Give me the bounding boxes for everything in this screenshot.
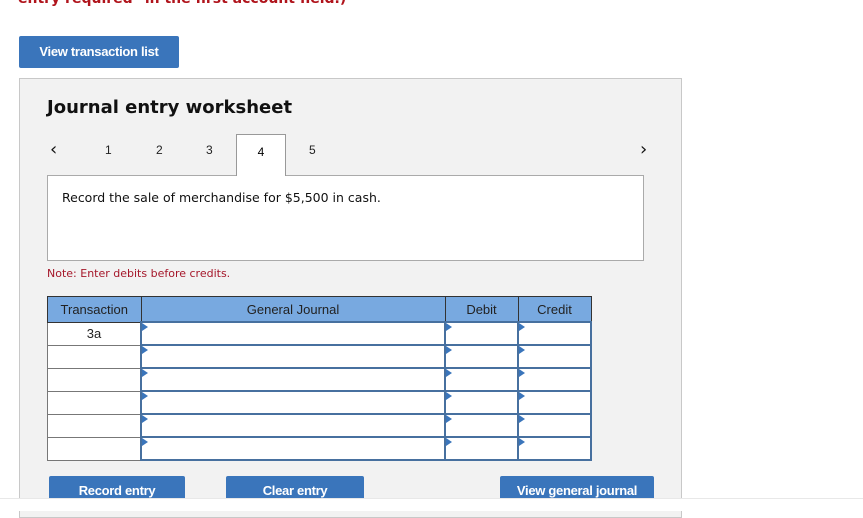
tab-3[interactable]: 3 (206, 143, 213, 157)
debit-input[interactable] (444, 344, 519, 369)
table-row: 3a (47, 321, 592, 346)
bottom-strip (0, 498, 863, 511)
tab-1[interactable]: 1 (105, 143, 112, 157)
credit-input[interactable] (517, 436, 592, 461)
table-row (47, 436, 592, 461)
header-transaction: Transaction (47, 296, 142, 323)
debit-input[interactable] (444, 321, 519, 346)
header-credit: Credit (517, 296, 592, 323)
debit-input[interactable] (444, 436, 519, 461)
account-input[interactable] (140, 367, 446, 392)
account-input[interactable] (140, 390, 446, 415)
account-input[interactable] (140, 344, 446, 369)
transaction-cell (47, 436, 142, 461)
transaction-cell: 3a (47, 321, 142, 346)
debit-input[interactable] (444, 390, 519, 415)
table-row (47, 413, 592, 438)
credit-input[interactable] (517, 367, 592, 392)
transaction-cell (47, 344, 142, 369)
note-text: Note: Enter debits before credits. (47, 267, 231, 280)
account-input[interactable] (140, 436, 446, 461)
transaction-cell (47, 413, 142, 438)
tab-5[interactable]: 5 (309, 143, 316, 157)
credit-input[interactable] (517, 321, 592, 346)
chevron-right-icon[interactable]: › (640, 139, 647, 160)
tab-4-active[interactable]: 4 (236, 134, 286, 176)
table-row (47, 367, 592, 392)
credit-input[interactable] (517, 390, 592, 415)
chevron-left-icon[interactable]: ‹ (50, 139, 57, 160)
table-row (47, 344, 592, 369)
journal-table: Transaction General Journal Debit Credit… (47, 296, 592, 461)
view-transaction-list-button[interactable]: View transaction list (19, 36, 179, 68)
debit-input[interactable] (444, 367, 519, 392)
transaction-cell (47, 390, 142, 415)
transaction-cell (47, 367, 142, 392)
prompt-box (47, 175, 644, 261)
account-input[interactable] (140, 413, 446, 438)
credit-input[interactable] (517, 413, 592, 438)
table-row (47, 390, 592, 415)
credit-input[interactable] (517, 344, 592, 369)
prompt-text: Record the sale of merchandise for $5,50… (62, 190, 381, 205)
account-input[interactable] (140, 321, 446, 346)
tab-2[interactable]: 2 (156, 143, 163, 157)
instruction-text: entry required" in the first account fie… (18, 0, 346, 7)
debit-input[interactable] (444, 413, 519, 438)
worksheet-title: Journal entry worksheet (47, 97, 293, 118)
header-debit: Debit (444, 296, 519, 323)
header-general-journal: General Journal (140, 296, 446, 323)
